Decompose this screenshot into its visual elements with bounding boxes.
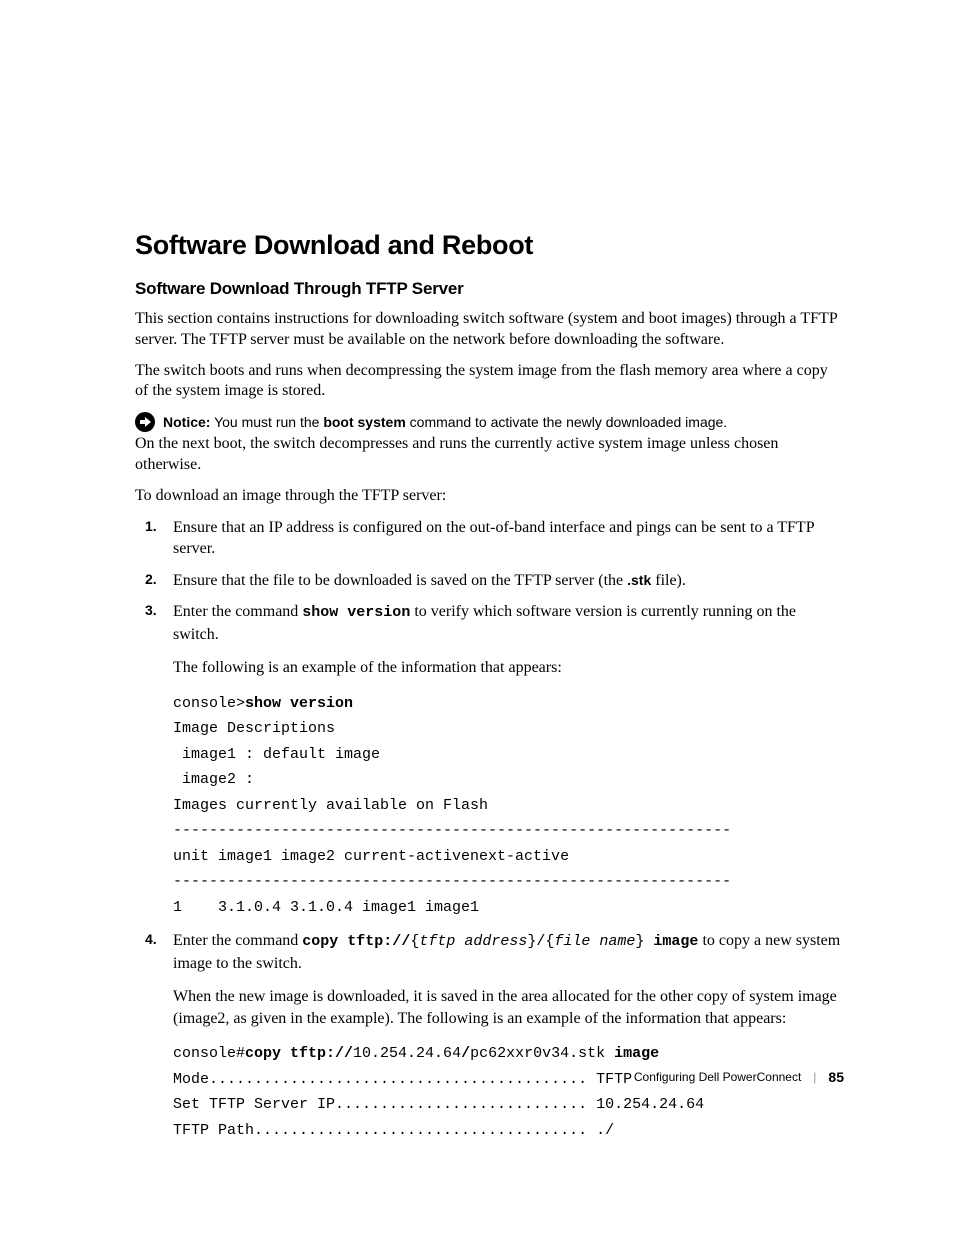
code-line: Mode....................................… [173,1071,632,1088]
step-item: Ensure that the file to be downloaded is… [135,570,844,592]
page-number: 85 [828,1069,844,1085]
console-prompt: console> [173,695,245,712]
step-text: Ensure that the file to be downloaded is… [173,572,627,589]
body-paragraph: The switch boots and runs when decompres… [135,361,844,403]
command-text: show version [302,604,410,621]
body-paragraph: On the next boot, the switch decompresse… [135,434,844,476]
code-block: console>show version Image Descriptions … [173,691,844,921]
notice-text-post: command to activate the newly downloaded… [406,414,727,430]
notice-command: boot system [323,414,405,430]
step-text: Ensure that an IP address is configured … [173,519,814,558]
step-text: file). [651,572,686,589]
brace: }/{ [527,933,554,950]
command-arg: file name [554,933,635,950]
notice-text-pre: You must run the [210,414,323,430]
command-text: copy tftp:// [302,933,410,950]
code-line: 1 3.1.0.4 3.1.0.4 image1 image1 [173,899,479,916]
console-command: show version [245,695,353,712]
footer-section: Configuring Dell PowerConnect [634,1070,801,1084]
code-block: console#copy tftp://10.254.24.64/pc62xxr… [173,1041,844,1143]
code-line: ----------------------------------------… [173,822,731,839]
command-text: image [644,933,698,950]
page-footer: Configuring Dell PowerConnect | 85 [634,1069,844,1085]
code-line: Set TFTP Server IP......................… [173,1096,704,1113]
brace: { [410,933,419,950]
step-item: Ensure that an IP address is configured … [135,517,844,560]
code-line: ----------------------------------------… [173,873,731,890]
step-text: Enter the command [173,932,302,949]
file-ext: .stk [627,572,651,588]
arrow-circle-icon [135,412,155,432]
notice-callout: Notice: You must run the boot system com… [135,412,844,432]
step-subtext: The following is an example of the infor… [173,657,844,679]
step-item: Enter the command show version to verify… [135,601,844,920]
notice-text: Notice: You must run the boot system com… [163,414,727,430]
step-item: Enter the command copy tftp://{tftp addr… [135,930,844,1143]
code-line: Image Descriptions [173,720,335,737]
document-page: Software Download and Reboot Software Do… [0,0,954,1213]
step-text: Enter the command [173,603,302,620]
console-file: pc62xxr0v34.stk [470,1045,614,1062]
console-prompt: console# [173,1045,245,1062]
footer-separator: | [813,1070,816,1084]
code-line: unit image1 image2 current-activenext-ac… [173,848,569,865]
console-keyword: image [614,1045,659,1062]
ordered-steps: Ensure that an IP address is configured … [135,517,844,1144]
command-arg: tftp address [419,933,527,950]
console-command: copy tftp:// [245,1045,353,1062]
body-paragraph: To download an image through the TFTP se… [135,486,844,507]
code-line: image1 : default image [173,746,380,763]
notice-label: Notice: [163,414,210,430]
code-line: Images currently available on Flash [173,797,488,814]
console-slash: / [461,1045,470,1062]
code-line: image2 : [173,771,254,788]
section-subheading: Software Download Through TFTP Server [135,279,844,299]
console-ip: 10.254.24.64 [353,1045,461,1062]
page-heading: Software Download and Reboot [135,230,844,261]
code-line: TFTP Path...............................… [173,1122,614,1139]
body-paragraph: This section contains instructions for d… [135,309,844,351]
step-subtext: When the new image is downloaded, it is … [173,986,844,1029]
